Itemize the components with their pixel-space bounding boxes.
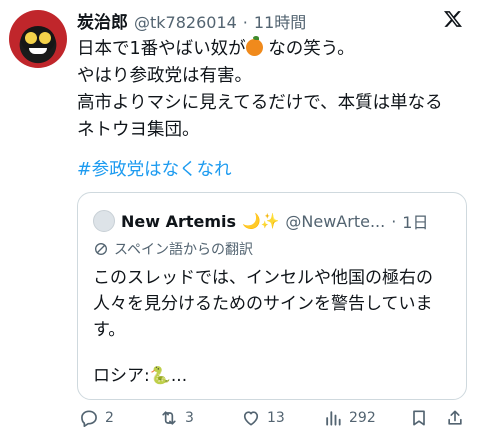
like-count: 13 [267,410,285,426]
retweet-count: 3 [185,410,194,426]
separator: · [391,211,397,231]
quote-author-handle: @NewArte... [285,211,386,231]
translation-note[interactable]: スペイン語からの翻訳 [93,239,253,259]
retweet-button[interactable]: 3 [159,408,194,428]
orange-emoji-icon [245,36,263,56]
author-handle[interactable]: @tk7826014 [134,13,237,32]
view-count: 292 [349,410,376,426]
quote-last-line: ロシア:🐍... [93,361,187,386]
post-line: やはり参政党は有害。 [77,66,252,86]
quote-line: す。 [93,320,126,340]
reply-count: 2 [105,410,114,426]
bookmark-button[interactable] [409,408,429,428]
quote-avatar[interactable] [93,210,115,232]
quote-author-name: New Artemis [121,211,237,231]
quote-line: 人々を見分けるためのサインを警告していま [93,294,433,314]
post-text: 日本で1番やばい奴が [77,39,246,59]
post-time[interactable]: 11時間 [254,9,306,33]
like-button[interactable]: 13 [241,408,285,428]
x-logo-icon[interactable] [443,9,463,29]
views-icon [326,411,341,426]
quote-body: このスレッドでは、インセルや他国の極右の 人々を見分けるためのサインを警告してい… [93,265,453,343]
separator: · [242,13,248,32]
share-button[interactable] [445,408,465,428]
reply-button[interactable]: 2 [79,408,114,428]
quote-name-emoji: 🌙✨ [242,212,280,230]
translate-icon [95,243,107,255]
avatar-mouth [29,48,47,54]
translation-label: スペイン語からの翻訳 [114,242,254,258]
retweet-icon [162,411,176,425]
quoted-post[interactable]: New Artemis 🌙✨ @NewArte... · 1日 スペイン語からの… [77,192,467,400]
author-name[interactable]: 炭治郎 [77,8,128,33]
share-icon [448,410,462,425]
hashtag-link[interactable]: #参政党はなくなれ [77,156,232,181]
action-bar: 2 3 13 292 [77,408,469,434]
post-body: 日本で1番やばい奴が なの笑う。 やはり参政党は有害。 高市よりマシに見えてるだ… [77,36,469,144]
author-avatar[interactable] [9,10,67,68]
quote-ellipsis: ... [170,366,188,386]
reply-icon [81,410,97,427]
quote-time: 1日 [402,213,429,232]
post-line: 日本で1番やばい奴が なの笑う。 [77,36,469,63]
quote-text: ロシア: [93,366,150,386]
views-button[interactable]: 292 [323,408,376,428]
post-text: なの笑う。 [268,39,355,59]
avatar-eye [39,32,51,44]
like-icon [243,411,259,426]
post-header: 炭治郎 @tk7826014 · 11時間 [77,8,306,33]
snake-emoji-icon: 🐍 [149,366,171,386]
bookmark-icon [413,410,425,426]
post-line: ネトウヨ集団。 [77,120,200,140]
avatar-eye [25,32,37,44]
post-line: 高市よりマシに見えてるだけで、本質は単なる [77,93,443,113]
quote-header: New Artemis 🌙✨ @NewArte... · 1日 [93,209,428,233]
quote-line: このスレッドでは、インセルや他国の極右の [93,268,433,288]
